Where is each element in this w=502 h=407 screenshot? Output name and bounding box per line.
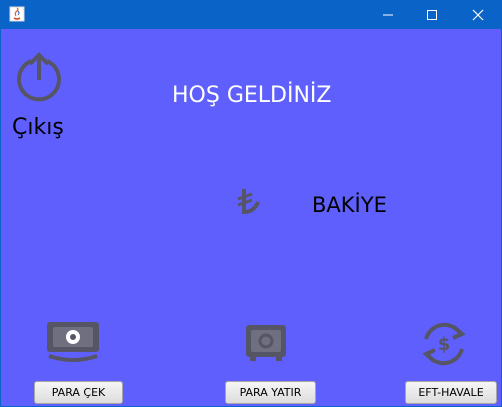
turkish-lira-icon bbox=[234, 186, 262, 223]
minimize-button[interactable] bbox=[366, 0, 410, 29]
dollar-exchange-icon: $ bbox=[418, 319, 470, 374]
power-exit-icon[interactable] bbox=[13, 52, 65, 109]
safe-icon bbox=[245, 324, 287, 367]
maximize-button[interactable] bbox=[410, 0, 454, 29]
withdraw-button[interactable]: PARA ÇEK bbox=[34, 381, 123, 404]
title-bar bbox=[0, 0, 502, 29]
deposit-button[interactable]: PARA YATIR bbox=[225, 381, 316, 404]
eft-transfer-button[interactable]: EFT-HAVALE bbox=[405, 381, 497, 404]
app-window: Çıkış HOŞ GELDİNİZ BAKİYE $ PARA ÇEK PAR… bbox=[0, 0, 502, 407]
exit-label[interactable]: Çıkış bbox=[12, 115, 64, 140]
java-app-icon bbox=[8, 5, 26, 23]
close-button[interactable] bbox=[456, 0, 500, 29]
minimize-icon bbox=[383, 14, 393, 15]
svg-text:$: $ bbox=[438, 334, 451, 355]
main-panel: Çıkış HOŞ GELDİNİZ BAKİYE $ PARA ÇEK PAR… bbox=[1, 29, 501, 406]
balance-label: BAKİYE bbox=[312, 193, 387, 217]
maximize-icon bbox=[427, 9, 437, 20]
close-icon bbox=[472, 9, 484, 20]
welcome-heading: HOŞ GELDİNİZ bbox=[172, 83, 332, 108]
banknote-icon bbox=[45, 320, 101, 369]
